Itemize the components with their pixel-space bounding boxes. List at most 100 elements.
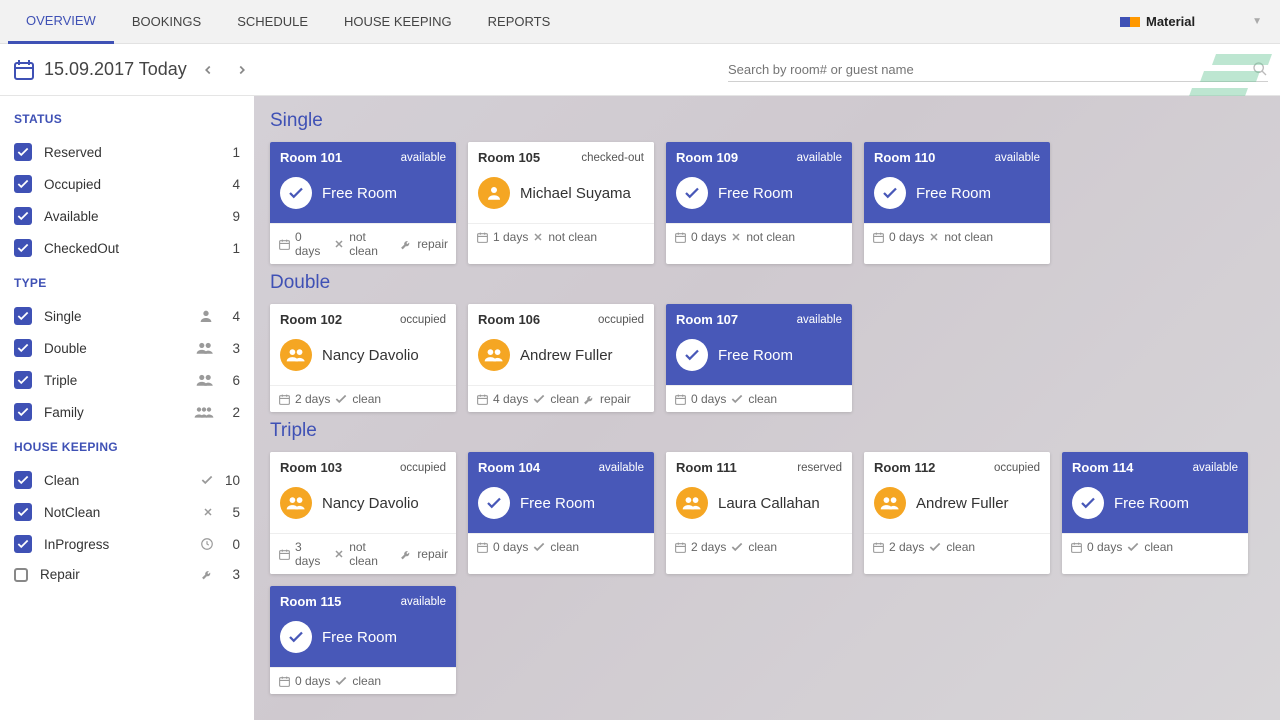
filter-notclean[interactable]: NotClean5	[14, 496, 240, 528]
checkbox[interactable]	[14, 535, 32, 553]
room-card[interactable]: Room 102occupiedNancy Davolio2 daysclean	[270, 304, 456, 412]
nav-tab-schedule[interactable]: SCHEDULE	[219, 0, 326, 44]
room-card[interactable]: Room 103occupiedNancy Davolio3 daysnot c…	[270, 452, 456, 574]
room-status: occupied	[994, 462, 1040, 474]
search-icon[interactable]	[1252, 61, 1268, 77]
room-status: available	[599, 462, 644, 474]
room-card[interactable]: Room 110availableFree Room0 daysnot clea…	[864, 142, 1050, 264]
filter-count: 1	[222, 145, 240, 160]
footer-text: 0 days	[889, 230, 924, 244]
room-card[interactable]: Room 115availableFree Room0 daysclean	[270, 586, 456, 694]
filter-label: Repair	[40, 567, 201, 582]
theme-selector[interactable]: Material ▼	[1112, 10, 1272, 33]
room-card[interactable]: Room 106occupiedAndrew Fuller4 daysclean…	[468, 304, 654, 412]
filter-double[interactable]: Double3	[14, 332, 240, 364]
filter-label: Double	[44, 341, 196, 356]
cal-icon	[476, 231, 489, 244]
filter-clean[interactable]: Clean10	[14, 464, 240, 496]
room-footer: 0 daysnot cleanrepair	[270, 223, 456, 264]
room-card[interactable]: Room 101availableFree Room0 daysnot clea…	[270, 142, 456, 264]
filter-family[interactable]: Family2	[14, 396, 240, 428]
cal-icon	[278, 675, 291, 688]
search-input[interactable]	[728, 62, 1252, 77]
room-name: Room 102	[280, 312, 342, 327]
guest-label: Andrew Fuller	[520, 347, 613, 364]
footer-text: repair	[417, 237, 448, 251]
room-footer: 0 daysclean	[1062, 533, 1248, 560]
checkbox[interactable]	[14, 239, 32, 257]
room-card[interactable]: Room 111reservedLaura Callahan2 daysclea…	[666, 452, 852, 574]
checkbox[interactable]	[14, 339, 32, 357]
footer-text: clean	[352, 674, 381, 688]
cal-icon	[674, 231, 687, 244]
guest-label: Free Room	[718, 347, 793, 364]
room-status: occupied	[400, 462, 446, 474]
checkbox[interactable]	[14, 175, 32, 193]
checkbox[interactable]	[14, 207, 32, 225]
nav-tab-house-keeping[interactable]: HOUSE KEEPING	[326, 0, 470, 44]
room-card[interactable]: Room 112occupiedAndrew Fuller2 daysclean	[864, 452, 1050, 574]
checkbox[interactable]	[14, 371, 32, 389]
room-name: Room 110	[874, 150, 935, 165]
filter-triple[interactable]: Triple6	[14, 364, 240, 396]
next-day-button[interactable]	[229, 63, 255, 77]
room-name: Room 111	[676, 460, 737, 475]
filter-repair[interactable]: Repair3	[14, 560, 240, 589]
footer-text: 2 days	[691, 540, 726, 554]
room-status: reserved	[797, 462, 842, 474]
room-card[interactable]: Room 105checked-outMichael Suyama1 daysn…	[468, 142, 654, 264]
wrench-icon	[400, 238, 413, 251]
filter-count: 2	[222, 405, 240, 420]
room-footer: 3 daysnot cleanrepair	[270, 533, 456, 574]
prev-day-button[interactable]	[195, 63, 221, 77]
checkbox[interactable]	[14, 307, 32, 325]
nav-tab-reports[interactable]: REPORTS	[470, 0, 569, 44]
guest-label: Andrew Fuller	[916, 495, 1009, 512]
check-icon	[1126, 540, 1140, 554]
room-status: available	[401, 152, 446, 164]
filter-reserved[interactable]: Reserved1	[14, 136, 240, 168]
footer-text: 0 days	[691, 230, 726, 244]
guest-label: Free Room	[718, 185, 793, 202]
filter-checkedout[interactable]: CheckedOut1	[14, 232, 240, 264]
filter-occupied[interactable]: Occupied4	[14, 168, 240, 200]
checkbox[interactable]	[14, 568, 28, 582]
check-icon	[334, 392, 348, 406]
x-icon	[532, 231, 544, 243]
check-circle-icon	[874, 177, 906, 209]
nav-tab-overview[interactable]: OVERVIEW	[8, 0, 114, 44]
footer-text: 0 days	[691, 392, 726, 406]
footer-text: 2 days	[295, 392, 330, 406]
cal-icon	[1070, 541, 1083, 554]
room-card[interactable]: Room 114availableFree Room0 daysclean	[1062, 452, 1248, 574]
filter-label: Single	[44, 309, 198, 324]
filter-count: 10	[222, 473, 240, 488]
group-icon	[676, 487, 708, 519]
checkbox[interactable]	[14, 403, 32, 421]
calendar-icon[interactable]	[12, 58, 36, 82]
room-name: Room 106	[478, 312, 540, 327]
footer-text: clean	[946, 540, 975, 554]
footer-text: clean	[352, 392, 381, 406]
room-name: Room 115	[280, 594, 341, 609]
wrench-icon	[400, 548, 413, 561]
section-title-triple: Triple	[270, 420, 1264, 442]
filter-available[interactable]: Available9	[14, 200, 240, 232]
group-icon	[874, 487, 906, 519]
sidebar-group-title: TYPE	[14, 276, 240, 290]
filter-label: CheckedOut	[44, 241, 222, 256]
filter-label: InProgress	[44, 537, 200, 552]
checkbox[interactable]	[14, 471, 32, 489]
guest-label: Free Room	[322, 629, 397, 646]
filter-inprogress[interactable]: InProgress0	[14, 528, 240, 560]
room-card[interactable]: Room 109availableFree Room0 daysnot clea…	[666, 142, 852, 264]
room-name: Room 109	[676, 150, 738, 165]
checkbox[interactable]	[14, 503, 32, 521]
filter-single[interactable]: Single4	[14, 300, 240, 332]
room-status: available	[797, 152, 842, 164]
room-card[interactable]: Room 104availableFree Room0 daysclean	[468, 452, 654, 574]
nav-tab-bookings[interactable]: BOOKINGS	[114, 0, 219, 44]
room-card[interactable]: Room 107availableFree Room0 daysclean	[666, 304, 852, 412]
room-status: available	[1193, 462, 1238, 474]
checkbox[interactable]	[14, 143, 32, 161]
